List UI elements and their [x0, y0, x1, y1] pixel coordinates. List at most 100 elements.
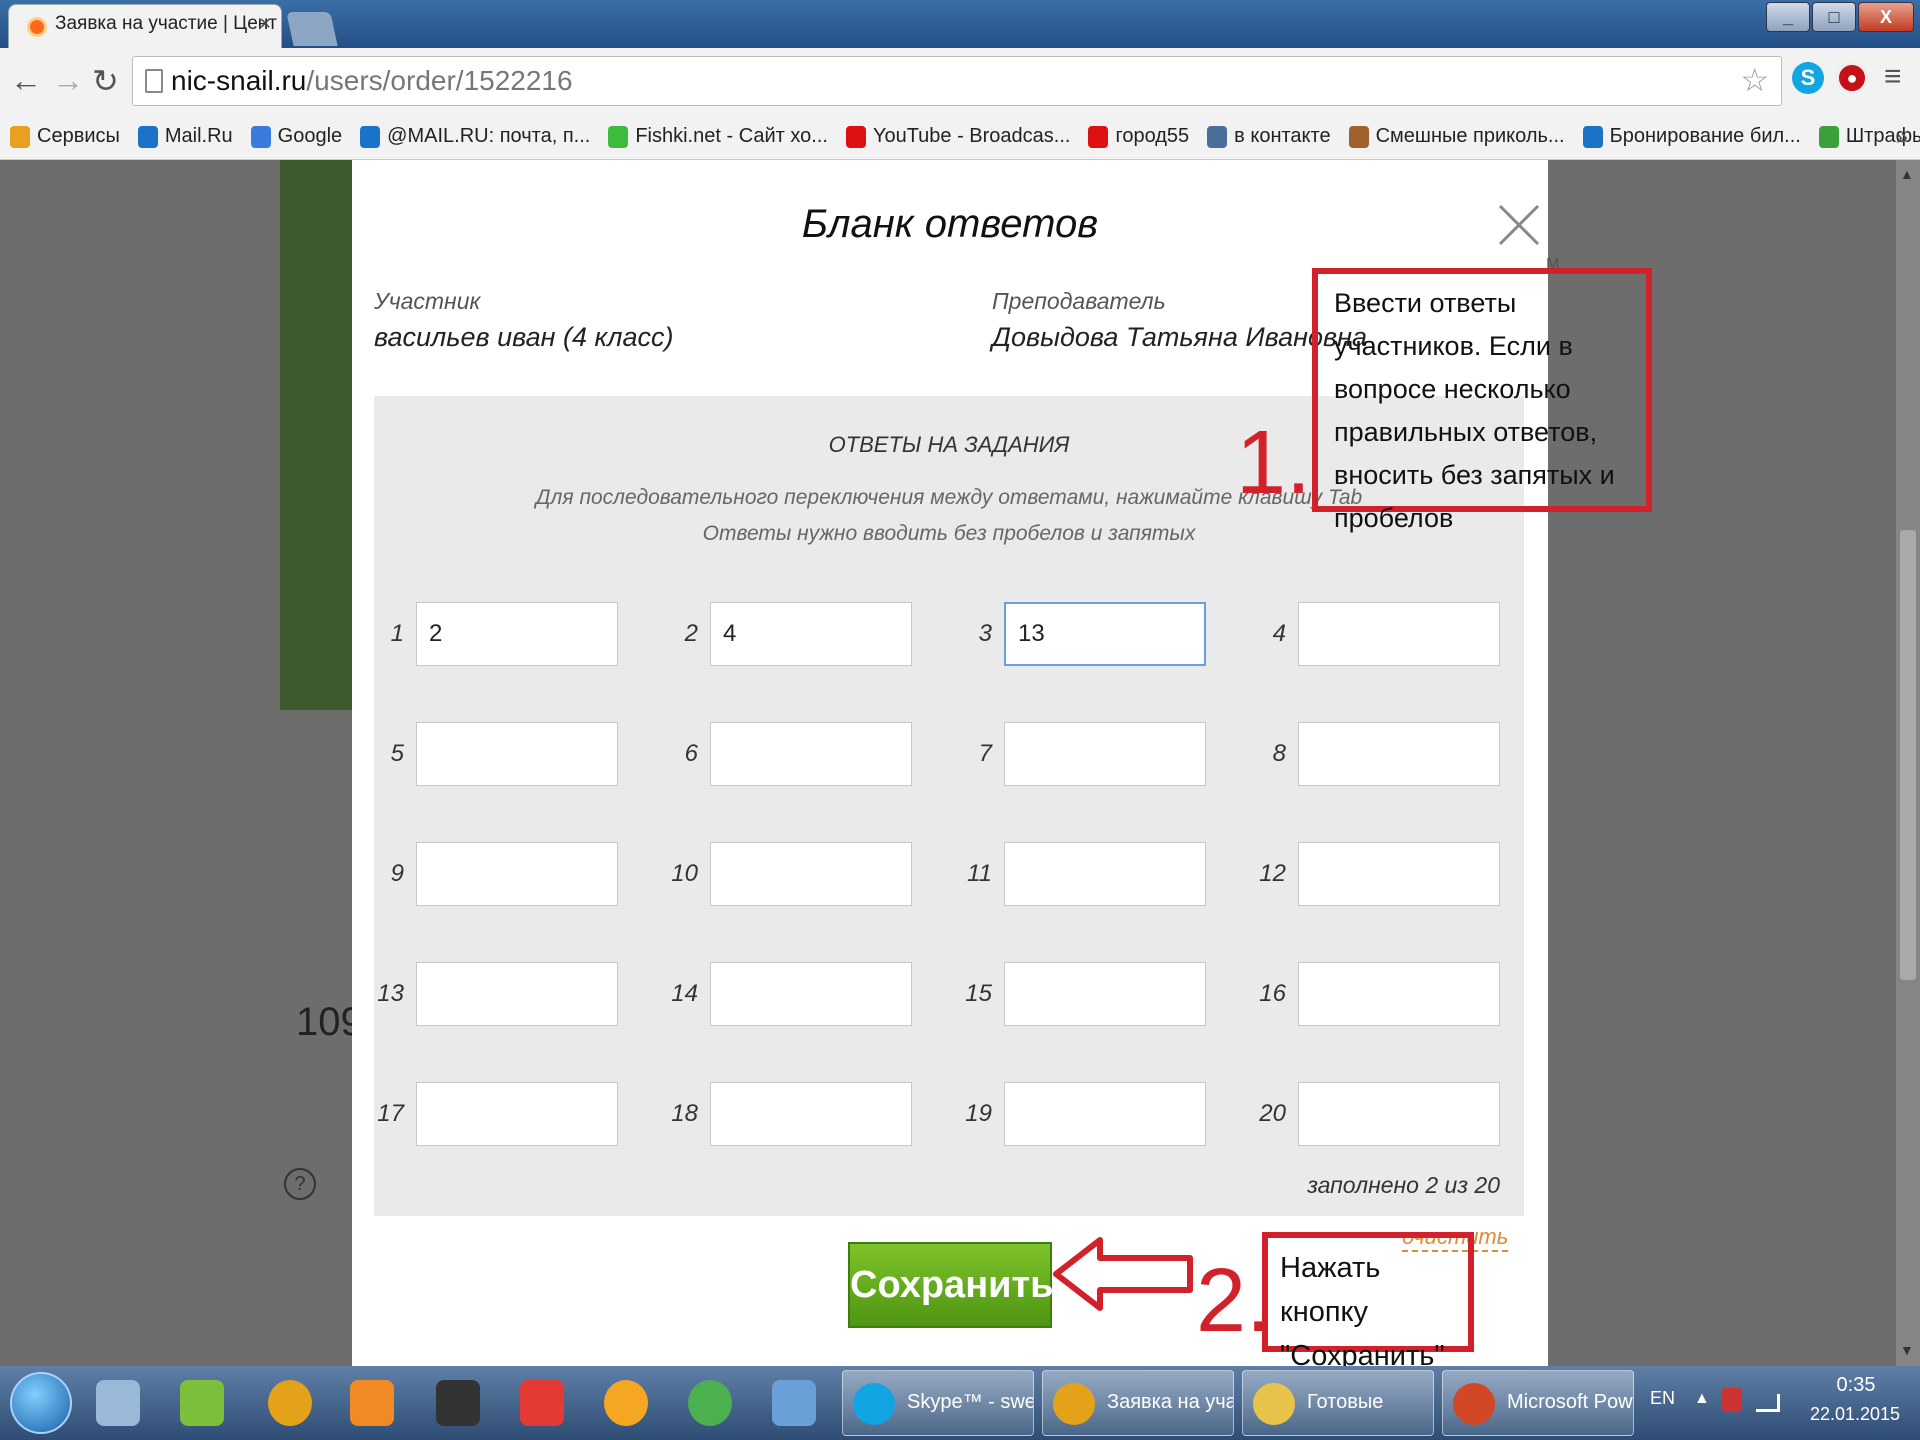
taskbar-task[interactable]: Skype™ - swet... [842, 1370, 1034, 1436]
bookmark-icon [360, 125, 381, 148]
bookmark-item[interactable]: Fishki.net - Сайт хо... [608, 125, 828, 148]
camera-icon[interactable] [436, 1380, 480, 1426]
close-window-button[interactable]: X [1858, 2, 1914, 32]
question-number: 7 [978, 740, 992, 767]
bookmark-label: Google [277, 125, 343, 147]
power-icon[interactable] [1722, 1388, 1742, 1412]
back-arrow-icon[interactable]: ← [10, 62, 42, 99]
task-label: Microsoft Pow... [1507, 1391, 1633, 1413]
background-sidebar [280, 160, 360, 710]
media-player-icon[interactable] [350, 1380, 394, 1426]
taskbar-task[interactable]: Готовые [1242, 1370, 1434, 1436]
browser-tab[interactable]: Заявка на участие | Цент × [8, 4, 282, 48]
bookmarks-bar: Сервисы Mail.Ru Google @MAIL.RU: почта, п..… [0, 114, 1920, 160]
question-number: 8 [1272, 740, 1286, 767]
forward-arrow-icon[interactable]: → [52, 62, 84, 99]
bookmark-item[interactable]: Mail.Ru [137, 125, 233, 148]
bookmark-item[interactable]: в контакте [1207, 125, 1331, 148]
tray-expand-icon[interactable]: ▲ [1694, 1390, 1710, 1408]
answer-input[interactable] [1298, 962, 1500, 1026]
answer-input[interactable] [416, 842, 618, 906]
bookmark-item[interactable]: Google [250, 125, 343, 148]
speaker-icon[interactable] [96, 1380, 140, 1426]
scroll-down-icon[interactable]: ▼ [1900, 1342, 1914, 1358]
download-icon[interactable] [688, 1380, 732, 1426]
clock-time[interactable]: 0:35 [1820, 1374, 1892, 1397]
bookmark-label: YouTube - Broadcas... [872, 125, 1071, 147]
taskbar-task[interactable]: Microsoft Pow... [1442, 1370, 1634, 1436]
minimize-button[interactable]: _ [1766, 2, 1810, 32]
bookmark-label: Смешные приколь... [1375, 125, 1565, 147]
start-button[interactable] [10, 1372, 72, 1434]
bookmark-icon [845, 125, 866, 148]
answer-input[interactable] [710, 1082, 912, 1146]
answer-input[interactable] [1298, 722, 1500, 786]
help-icon[interactable]: ? [284, 1168, 316, 1200]
language-indicator[interactable]: EN [1650, 1388, 1675, 1409]
yandex-icon[interactable] [520, 1380, 564, 1426]
bookmarks-more-icon[interactable]: » [1896, 124, 1908, 150]
window-controls: _ □ X [1766, 2, 1914, 32]
answer-input[interactable] [1298, 842, 1500, 906]
answer-input[interactable] [710, 722, 912, 786]
mail-agent-icon[interactable] [604, 1380, 648, 1426]
browser-menu-icon[interactable]: ≡ [1884, 60, 1902, 94]
page-icon [145, 69, 163, 93]
answer-input[interactable] [710, 962, 912, 1026]
bookmark-item[interactable]: @MAIL.RU: почта, п... [360, 125, 590, 148]
question-number: 6 [684, 740, 698, 767]
answer-input[interactable] [710, 602, 912, 666]
envelope-icon[interactable] [772, 1380, 816, 1426]
task-label: Заявка на уча... [1107, 1391, 1234, 1413]
maximize-button[interactable]: □ [1812, 2, 1856, 32]
bookmark-item[interactable]: Смешные приколь... [1348, 125, 1565, 148]
skype-extension-icon[interactable]: S [1792, 62, 1824, 94]
bookmark-item[interactable]: город55 [1088, 125, 1189, 148]
modal-title: Бланк ответов [801, 202, 1099, 246]
close-icon[interactable] [1492, 198, 1546, 252]
task-icon [1453, 1383, 1495, 1425]
answer-input[interactable] [416, 602, 618, 666]
answer-input[interactable] [1004, 602, 1206, 666]
answer-input[interactable] [710, 842, 912, 906]
tab-close-icon[interactable]: × [259, 13, 271, 36]
answer-input[interactable] [1004, 962, 1206, 1026]
question-number: 14 [671, 980, 698, 1007]
question-number: 9 [390, 860, 404, 887]
answer-input[interactable] [416, 962, 618, 1026]
bookmark-item[interactable]: Бронирование бил... [1582, 125, 1801, 148]
question-number: 5 [390, 740, 404, 767]
clock-date[interactable]: 22.01.2015 [1800, 1404, 1910, 1425]
answer-input[interactable] [1004, 842, 1206, 906]
new-tab-button[interactable] [286, 12, 338, 46]
bookmark-item[interactable]: Сервисы [10, 125, 120, 148]
save-button[interactable]: Сохранить [848, 1242, 1053, 1328]
url-text: nic-snail.ru/users/order/1522216 [171, 65, 573, 97]
question-number: 18 [671, 1100, 698, 1127]
scroll-up-icon[interactable]: ▲ [1900, 166, 1914, 182]
taskbar-task[interactable]: Заявка на уча... [1042, 1370, 1234, 1436]
scrollbar-thumb[interactable] [1900, 530, 1916, 980]
answer-input[interactable] [1004, 722, 1206, 786]
task-icon [1053, 1383, 1095, 1425]
chrome-icon[interactable] [268, 1380, 312, 1426]
bookmark-star-icon[interactable]: ☆ [1740, 61, 1769, 99]
bookmark-icon [1088, 125, 1109, 148]
address-bar[interactable]: nic-snail.ru/users/order/1522216 ☆ [132, 56, 1782, 106]
adblock-extension-icon[interactable]: ● [1836, 62, 1868, 94]
bookmark-icon [10, 125, 30, 148]
answer-input[interactable] [1298, 602, 1500, 666]
answer-input[interactable] [416, 1082, 618, 1146]
bookmark-icon [250, 125, 271, 148]
bookmark-label: @MAIL.RU: почта, п... [387, 125, 591, 147]
bookmark-item[interactable]: YouTube - Broadcas... [845, 125, 1071, 148]
reload-icon[interactable]: ↻ [92, 62, 119, 100]
network-signal-icon[interactable] [1756, 1394, 1780, 1412]
answer-input[interactable] [416, 722, 618, 786]
bookmark-label: Fishki.net - Сайт хо... [635, 125, 828, 147]
step2-annotation-text: Нажать кнопку "Сохранить" [1280, 1252, 1445, 1372]
bookmark-icon [1348, 125, 1369, 148]
answer-input[interactable] [1004, 1082, 1206, 1146]
app-icon[interactable] [180, 1380, 224, 1426]
answer-input[interactable] [1298, 1082, 1500, 1146]
